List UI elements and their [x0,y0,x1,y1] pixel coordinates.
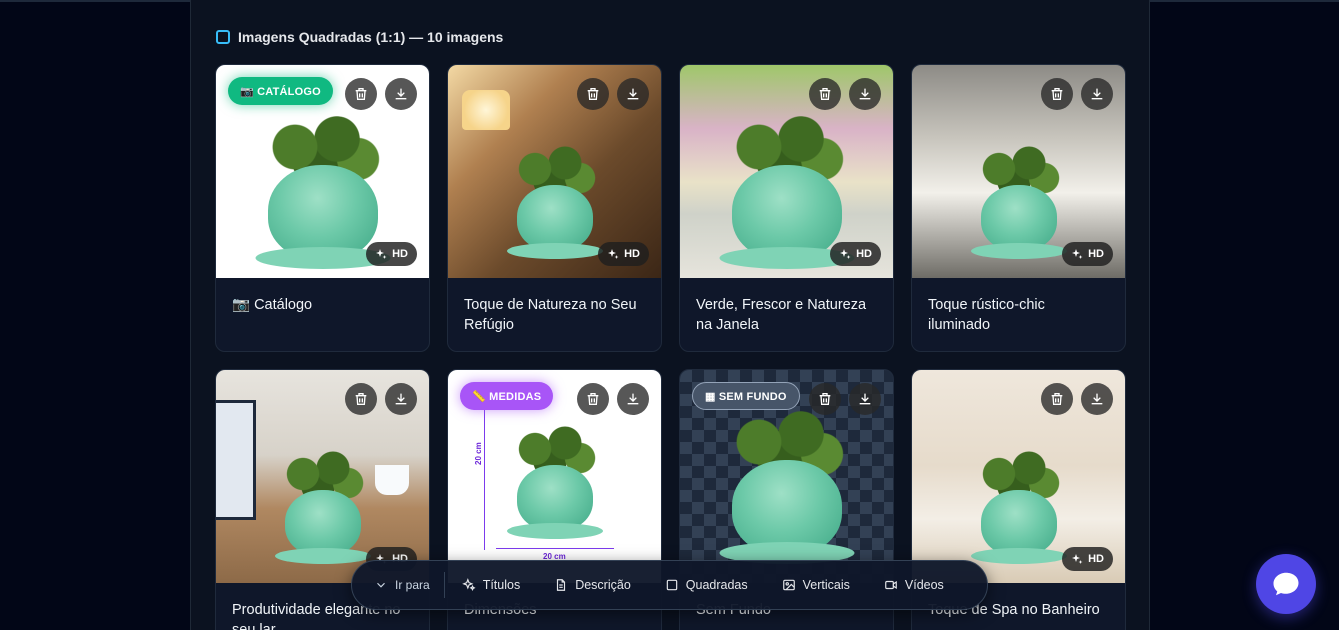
image-card[interactable]: HD Verde, Frescor e Natureza na Janela [679,64,894,352]
card-title: 📷 Catálogo [232,297,313,313]
nav-label: Verticais [802,578,850,592]
sparkles-icon [840,249,851,259]
hd-badge[interactable]: HD [830,242,881,266]
chevron-down-icon [377,582,385,588]
no-background-tag: ▦ SEM FUNDO [692,382,800,410]
product-image[interactable]: HD [680,65,893,278]
product-image[interactable]: 📷 CATÁLOGO HD [216,65,429,278]
card-title: Verde, Frescor e Natureza na Janela [696,297,867,333]
trash-icon [355,88,367,100]
hd-badge[interactable]: HD [1062,547,1113,571]
video-icon [885,580,897,590]
hd-badge[interactable]: HD [366,242,417,266]
hd-label: HD [1088,553,1104,565]
sparkles-icon [1072,249,1083,259]
download-button[interactable] [617,383,649,415]
product-image[interactable]: HD [912,65,1125,278]
delete-button[interactable] [809,383,841,415]
hd-badge[interactable]: HD [598,242,649,266]
card-title: Toque rústico-chic iluminado [928,297,1045,333]
trash-icon [355,393,367,405]
download-button[interactable] [849,383,881,415]
plant-pot-image [697,410,877,570]
download-icon [395,88,407,100]
delete-button[interactable] [577,383,609,415]
laptop-image [216,400,256,520]
product-image[interactable]: ▦ SEM FUNDO [680,370,893,583]
measures-tag: 📏 MEDIDAS [460,382,554,410]
delete-button[interactable] [1041,383,1073,415]
delete-button[interactable] [345,383,377,415]
download-button[interactable] [1081,383,1113,415]
card-title: Toque de Natureza no Seu Refúgio [464,297,637,333]
plant-pot-image [485,425,625,555]
chat-button[interactable] [1256,554,1316,614]
download-button[interactable] [385,78,417,110]
hd-label: HD [392,248,408,260]
download-button[interactable] [849,78,881,110]
catalog-tag: 📷 CATÁLOGO [228,77,333,105]
trash-icon [819,393,831,405]
nav-item-description[interactable]: Descrição [537,560,648,610]
image-card[interactable]: HD Toque de Natureza no Seu Refúgio [447,64,662,352]
nav-label: Títulos [482,578,521,592]
nav-item-square[interactable]: Quadradas [648,560,765,610]
trash-icon [819,88,831,100]
delete-button[interactable] [809,78,841,110]
hd-label: HD [624,248,640,260]
nav-item-vertical[interactable]: Verticais [765,560,867,610]
download-icon [859,393,871,405]
download-icon [1091,393,1103,405]
delete-button[interactable] [345,78,377,110]
product-image[interactable]: HD [448,65,661,278]
delete-button[interactable] [577,78,609,110]
download-icon [1091,88,1103,100]
goto-dropdown[interactable]: Ir para [370,560,444,610]
hd-label: HD [856,248,872,260]
section-header: Imagens Quadradas (1:1) — 10 imagens [216,29,503,45]
sparkles-icon [461,578,476,591]
product-image[interactable]: HD [216,370,429,583]
nav-item-videos[interactable]: Vídeos [867,560,961,610]
sparkles-icon [376,249,387,259]
image-card[interactable]: HD Toque rústico-chic iluminado [911,64,1126,352]
square-icon [666,579,678,591]
goto-label: Ir para [395,578,430,592]
page: Imagens Quadradas (1:1) — 10 imagens 📷 C… [0,0,1339,630]
download-button[interactable] [617,78,649,110]
nav-label: Quadradas [685,578,748,592]
nav-item-titles[interactable]: Títulos [445,560,538,610]
trash-icon [587,393,599,405]
sparkles-icon [608,249,619,259]
nav-label: Vídeos [904,578,944,592]
product-image[interactable]: HD [912,370,1125,583]
dimension-label-vertical: 20 cm [474,442,483,465]
image-grid: 📷 CATÁLOGO HD 📷 Catálogo HD Toque de Nat… [215,64,1126,630]
section-title: Imagens Quadradas (1:1) — 10 imagens [238,29,504,45]
nav-label: Descrição [575,578,631,592]
document-icon [557,579,566,591]
image-icon [782,579,795,591]
product-image[interactable]: 20 cm 20 cm 📏 MEDIDAS [448,370,661,583]
download-icon [627,88,639,100]
square-icon [216,30,230,44]
section-navbar: Ir para Títulos Descrição Quadradas Vert… [351,560,988,610]
download-icon [859,88,871,100]
download-button[interactable] [1081,78,1113,110]
delete-button[interactable] [1041,78,1073,110]
image-card[interactable]: 📷 CATÁLOGO HD 📷 Catálogo [215,64,430,352]
trash-icon [1051,88,1063,100]
chat-icon [1273,572,1299,596]
sparkles-icon [1072,554,1083,564]
dimension-line-horizontal [496,548,614,549]
download-icon [627,393,639,405]
trash-icon [587,88,599,100]
trash-icon [1051,393,1063,405]
hd-badge[interactable]: HD [1062,242,1113,266]
lamp-image [462,90,510,130]
download-button[interactable] [385,383,417,415]
download-icon [395,393,407,405]
hd-label: HD [1088,248,1104,260]
